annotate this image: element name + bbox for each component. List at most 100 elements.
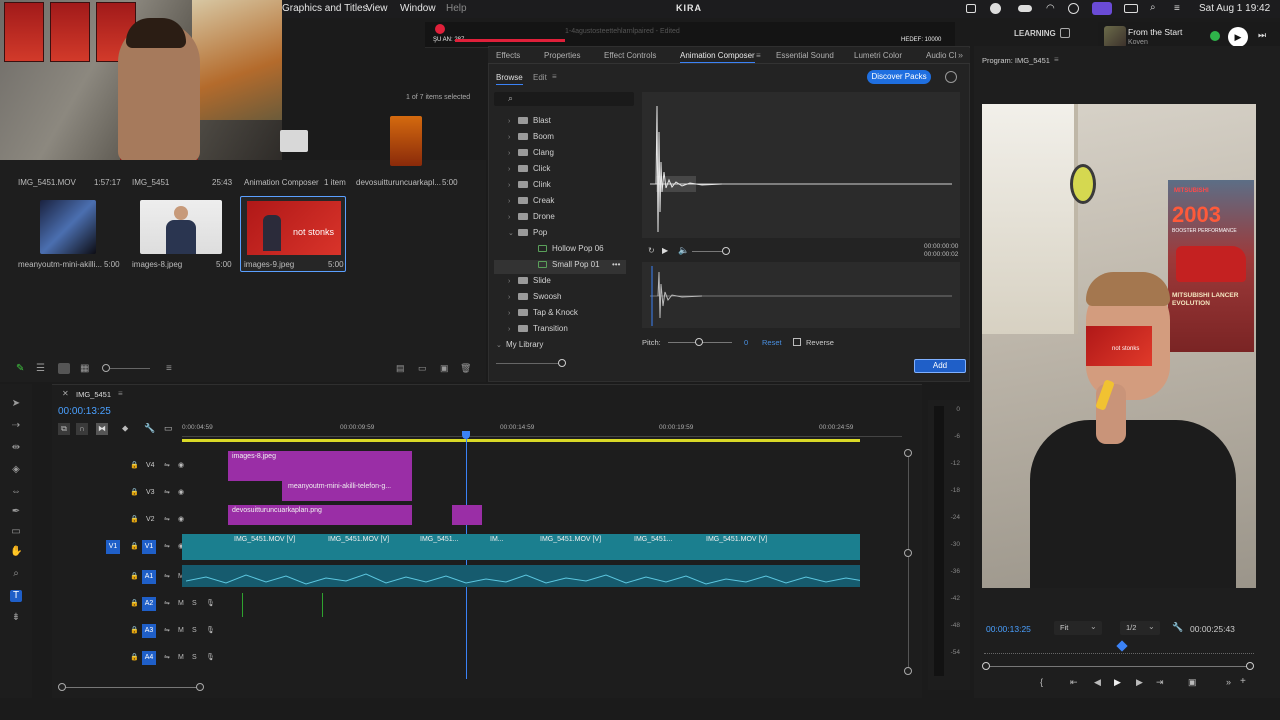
add-button-editor-icon[interactable]: +	[1240, 676, 1246, 687]
clip-v1[interactable]: IMG_5451.MOV [V]	[324, 534, 414, 554]
discover-packs-button[interactable]: Discover Packs	[867, 70, 931, 84]
tab-audio-clip[interactable]: Audio Cl	[926, 51, 956, 60]
sort-icon[interactable]: ≡	[166, 363, 172, 374]
scrollbar-top-handle[interactable]	[904, 449, 912, 457]
add-button[interactable]: Add	[914, 359, 966, 373]
ripple-edit-tool-icon[interactable]: ⇹	[10, 442, 22, 454]
timeline-playhead[interactable]	[462, 431, 470, 439]
clip-v1[interactable]: IMG_5451.MOV [V]	[230, 534, 320, 554]
track-label[interactable]: V1	[142, 540, 156, 554]
program-zoom-left-handle[interactable]	[982, 662, 990, 670]
lock-icon[interactable]: 🔒	[130, 461, 139, 469]
loop-icon[interactable]: ↻	[648, 246, 655, 255]
thumb-man-suit[interactable]	[140, 200, 222, 254]
tab-animation-composer[interactable]: Animation Composer	[680, 51, 755, 63]
tree-folder[interactable]: › Boom	[494, 132, 634, 146]
menu-graphics-titles[interactable]: Graphics and Titles	[282, 3, 368, 14]
timeline-settings-icon[interactable]: 🔧	[144, 423, 155, 434]
hand-tool-icon[interactable]: ✋	[10, 546, 22, 558]
mark-in-icon[interactable]: {	[1040, 677, 1043, 687]
subtab-browse[interactable]: Browse	[496, 73, 523, 85]
search-input[interactable]: ⌕	[494, 92, 634, 106]
clock[interactable]: Sat Aug 1 19:42	[1199, 3, 1270, 14]
menu-view[interactable]: View	[366, 3, 388, 14]
program-menu-icon[interactable]: ≡	[1054, 55, 1059, 64]
tab-essential-sound[interactable]: Essential Sound	[776, 51, 834, 60]
pen-tool-icon[interactable]: ✒	[10, 506, 22, 518]
status-window-icon[interactable]	[966, 4, 976, 13]
slip-tool-icon[interactable]: ⇔	[10, 486, 22, 498]
workspace-menu-icon[interactable]	[1060, 28, 1070, 38]
clip-v1[interactable]: IMG_5451.MOV [V]	[702, 534, 802, 554]
mic-icon[interactable]: 🎙	[206, 653, 215, 661]
lock-icon[interactable]: 🔒	[130, 599, 139, 607]
scrollbar-bottom-handle[interactable]	[904, 667, 912, 675]
subtab-edit[interactable]: Edit	[533, 73, 547, 82]
go-to-in-icon[interactable]: ⇤	[1070, 677, 1078, 688]
volume-slider-handle[interactable]	[722, 247, 730, 255]
tree-folder[interactable]: › Click	[494, 164, 634, 178]
tab-effects[interactable]: Effects	[496, 51, 520, 60]
razor-tool-icon[interactable]: ◈	[10, 464, 22, 476]
pencil-icon[interactable]: ✎	[16, 363, 24, 374]
thumb-phone[interactable]	[40, 200, 96, 254]
bin-item-name[interactable]: IMG_5451	[132, 178, 169, 187]
vertical-scrollbar[interactable]	[908, 451, 909, 671]
tree-folder-open[interactable]: ⌄ Pop	[494, 228, 634, 242]
new-bin-icon[interactable]: ▭	[418, 363, 427, 374]
thumb-size-slider[interactable]	[496, 363, 566, 364]
bin-item-name[interactable]: images-8.jpeg	[132, 260, 182, 269]
solo-button[interactable]: S	[192, 654, 197, 661]
timeline-timecode[interactable]: 00:00:13:25	[58, 406, 111, 417]
zoom-tool-icon[interactable]: ⌕	[10, 568, 22, 580]
lock-icon[interactable]: 🔒	[130, 488, 139, 496]
horizontal-scrollbar[interactable]	[62, 687, 202, 688]
tree-folder[interactable]: › Swoosh	[494, 292, 634, 306]
tab-effect-controls[interactable]: Effect Controls	[604, 51, 656, 60]
control-center-icon[interactable]: ≡	[1174, 3, 1180, 14]
menu-window[interactable]: Window	[400, 3, 436, 14]
tab-lumetri-color[interactable]: Lumetri Color	[854, 51, 902, 60]
program-zoom-right-handle[interactable]	[1246, 662, 1254, 670]
go-to-out-icon[interactable]: ⇥	[1156, 677, 1164, 688]
selection-tool-icon[interactable]: ➤	[10, 398, 22, 410]
sync-lock-icon[interactable]: ⇋	[164, 515, 170, 523]
timeline-ruler[interactable]: 0:00:04:59 00:00:09:59 00:00:14:59 00:00…	[182, 421, 902, 437]
icon-view-button[interactable]	[58, 363, 70, 374]
screen-record-icon[interactable]	[1092, 2, 1112, 15]
track-label[interactable]: A1	[142, 570, 156, 584]
mute-button[interactable]: M	[178, 627, 184, 634]
zoom-slider[interactable]	[110, 368, 150, 369]
tree-folder[interactable]: › Transition	[494, 324, 634, 338]
play-program-button[interactable]: ▶	[1114, 677, 1121, 688]
mic-icon[interactable]: 🎙	[206, 626, 215, 634]
search-icon[interactable]: ⌕	[1150, 2, 1156, 13]
lock-icon[interactable]: 🔒	[130, 572, 139, 580]
tab-properties[interactable]: Properties	[544, 51, 580, 60]
sync-lock-icon[interactable]: ⇋	[164, 488, 170, 496]
program-timecode[interactable]: 00:00:13:25	[986, 624, 1031, 634]
tree-sound-item-selected[interactable]: Small Pop 01 •••	[494, 260, 626, 274]
sync-lock-icon[interactable]: ⇋	[164, 626, 170, 634]
clip-v2-short[interactable]	[452, 505, 482, 525]
thumb-generic[interactable]	[280, 130, 308, 152]
track-label[interactable]: A2	[142, 597, 156, 611]
bin-item-name[interactable]: IMG_5451.MOV	[18, 178, 76, 187]
cloud-icon[interactable]	[1018, 5, 1032, 12]
linked-selection-icon[interactable]: ⧓	[96, 423, 108, 435]
preview-play-button[interactable]: ▶	[662, 246, 668, 255]
source-patch-v1[interactable]: V1	[106, 540, 120, 554]
next-track-icon[interactable]: ⏭	[1258, 30, 1266, 41]
bin-item-name[interactable]: Animation Composer	[244, 178, 319, 187]
snap-icon[interactable]: ∩	[76, 423, 88, 435]
overflow-icon[interactable]: »	[1226, 677, 1231, 687]
workspace-learning[interactable]: LEARNING	[1014, 29, 1056, 38]
wifi-icon[interactable]: ◠	[1046, 3, 1055, 14]
thumb-orange-bg[interactable]	[390, 116, 422, 166]
sequence-menu-icon[interactable]: ≡	[118, 389, 123, 398]
menu-help[interactable]: Help	[446, 3, 467, 14]
mic-icon[interactable]: 🎙	[206, 599, 215, 607]
clip-v4-body[interactable]	[228, 471, 412, 481]
solo-button[interactable]: S	[192, 627, 197, 634]
subtab-menu-icon[interactable]: ≡	[552, 72, 557, 81]
